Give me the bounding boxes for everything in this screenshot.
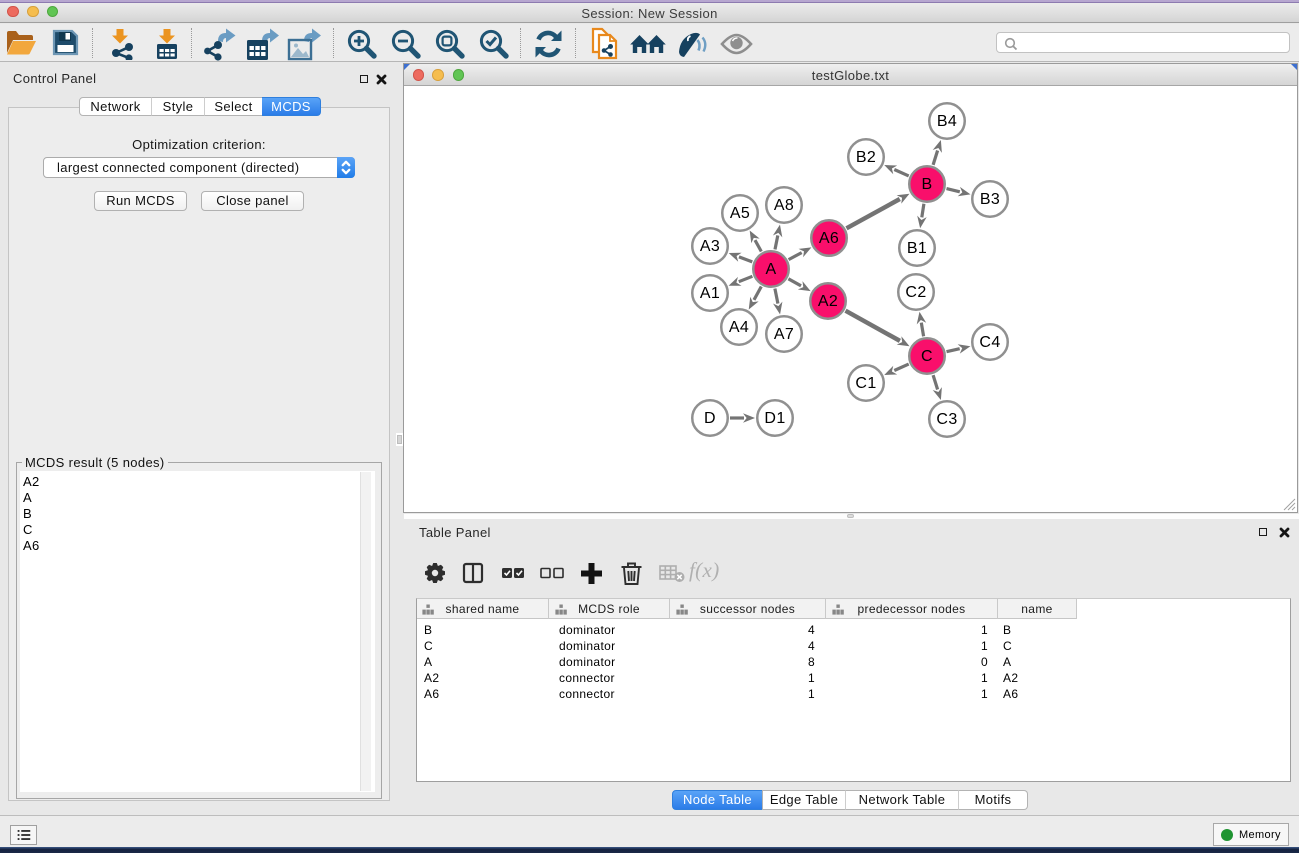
svg-text:B2: B2 (856, 149, 876, 166)
svg-text:C3: C3 (936, 411, 957, 428)
svg-text:A: A (765, 261, 776, 278)
svg-text:A1: A1 (700, 285, 720, 302)
svg-text:B: B (921, 176, 932, 193)
svg-text:B3: B3 (980, 191, 1000, 208)
svg-text:D: D (704, 410, 716, 427)
svg-text:A4: A4 (729, 319, 749, 336)
svg-text:C2: C2 (905, 284, 926, 301)
svg-text:A7: A7 (774, 326, 794, 343)
svg-text:D1: D1 (764, 410, 785, 427)
svg-text:C4: C4 (979, 334, 1000, 351)
svg-text:B1: B1 (907, 240, 927, 257)
svg-text:A2: A2 (818, 293, 838, 310)
svg-text:A6: A6 (819, 230, 839, 247)
svg-text:A8: A8 (774, 197, 794, 214)
svg-text:C: C (921, 348, 933, 365)
svg-text:B4: B4 (937, 113, 957, 130)
svg-text:C1: C1 (855, 375, 876, 392)
svg-text:A3: A3 (700, 238, 720, 255)
svg-text:A5: A5 (730, 205, 750, 222)
